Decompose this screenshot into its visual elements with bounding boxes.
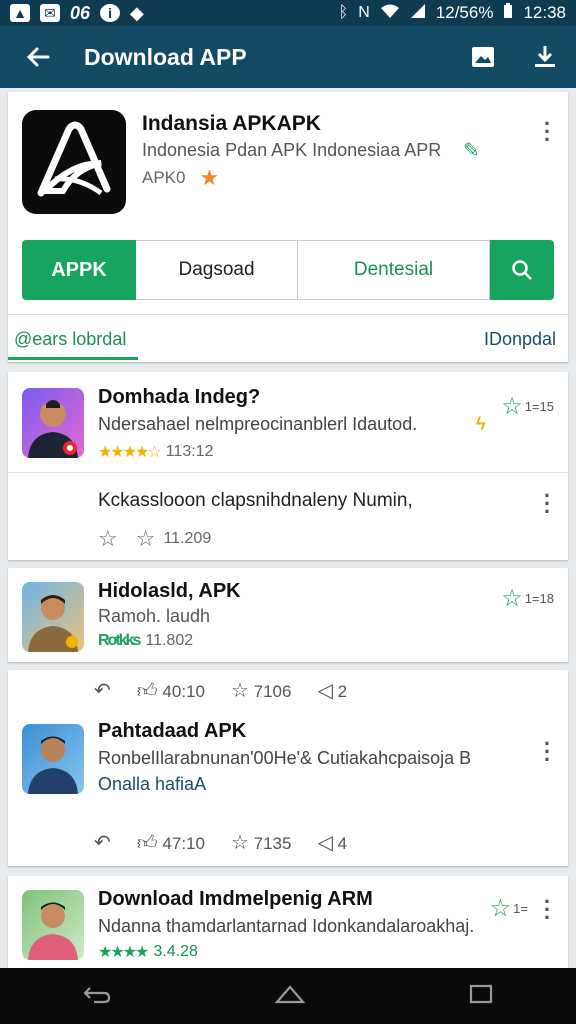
info-icon: i: [100, 4, 121, 22]
item-subtitle: RonbelIlarabnunan'00He'& Cutiakahcpaisoj…: [98, 748, 472, 768]
bolt-icon: ϟ: [476, 414, 486, 434]
action-row-bottom: ↶ 👍︎ 47:10 ☆ 7135 ◁ 4: [94, 830, 347, 855]
list-card-4: Download Imdmelpenig ARM Ndanna thamdarl…: [8, 876, 568, 968]
avatar[interactable]: [22, 890, 84, 960]
avatar[interactable]: [22, 582, 84, 652]
download-button[interactable]: Dagsoad: [136, 240, 298, 300]
star-outline-icon[interactable]: ☆: [98, 526, 118, 552]
reply-icon[interactable]: ↶: [94, 678, 111, 703]
share-button[interactable]: ◁ 4: [317, 830, 347, 855]
side-rating: ☆ 1=18: [501, 584, 554, 613]
side-label: 1=15: [524, 399, 554, 414]
edit-icon[interactable]: ✎: [463, 138, 480, 163]
back-arrow-icon[interactable]: [18, 44, 58, 70]
more-options-icon[interactable]: · · ·: [542, 891, 552, 929]
tab-bar: @ears lobrdal IDonpdal: [8, 314, 568, 360]
item-subtitle: Ndanna thamdarlantarnad Idonkandalaroakh…: [98, 916, 475, 936]
item-title[interactable]: Domhada Indeg?: [98, 386, 260, 409]
star-count-button[interactable]: ☆ 7135: [231, 830, 292, 855]
share-button[interactable]: ◁ 2: [317, 678, 347, 703]
divider: [8, 472, 568, 473]
status-bar: ▲ ✉ 06 i ◆ ᛒ N 12/56% 12:38: [0, 0, 576, 26]
search-icon: [512, 260, 532, 280]
side-rating: ☆ 1=15: [501, 392, 554, 421]
item-rating: Rotkks 11.802: [98, 632, 193, 650]
clock: 12:38: [523, 3, 566, 22]
star-count-button[interactable]: ☆ 7106: [231, 678, 292, 703]
back-nav-icon[interactable]: [82, 984, 112, 1009]
more-options-icon[interactable]: · · ·: [542, 485, 552, 523]
side-label: 1=: [513, 901, 528, 916]
battery-percent: 12/56%: [435, 3, 494, 22]
apk-button[interactable]: APPK: [22, 240, 136, 300]
star-outline-icon: ☆: [501, 393, 523, 420]
like-button[interactable]: 👍︎ 40:10: [137, 679, 205, 703]
star-outline-icon: ☆: [489, 895, 512, 922]
search-button[interactable]: [490, 240, 554, 300]
mail-notification-icon: ✉: [40, 4, 60, 22]
rating-value: 113:12: [165, 443, 214, 460]
item-subtitle: Kckasslooon clapsnihdnaleny Numin,: [98, 490, 413, 511]
rating-value: 11.209: [163, 530, 212, 547]
download-icon[interactable]: [532, 44, 558, 70]
status-left-text: 06: [70, 2, 91, 23]
app-description: Indonesia Pdan APK Indonesiaa APR: [142, 140, 442, 160]
item-subtitle-secondary: Onalla hafiaA: [98, 774, 207, 794]
item-rating: ★★★★☆ 113:12: [98, 442, 213, 462]
home-nav-icon[interactable]: [274, 984, 306, 1009]
app-name: Indansia APKAPK: [142, 112, 321, 135]
image-notification-icon: ▲: [10, 4, 30, 22]
app-logo[interactable]: [22, 110, 126, 214]
item-title[interactable]: Pahtadaad APK: [98, 720, 246, 743]
item-title[interactable]: Download Imdmelpenig ARM: [98, 888, 373, 911]
item-subtitle: Ndersahael nelmpreocinanblerl Idautod.: [98, 414, 418, 434]
battery-icon: [503, 2, 513, 24]
more-options-icon[interactable]: · · ·: [542, 733, 552, 771]
app-rating: APK0 ★: [142, 165, 219, 191]
list-card-3: ↶ 👍︎ 40:10 ☆ 7106 ◁ 2 Pahtadaad APK Ronb…: [8, 670, 568, 866]
nfc-icon: N: [358, 4, 370, 21]
item-title[interactable]: Hidolasld, APK: [98, 580, 241, 603]
recents-nav-icon[interactable]: [468, 984, 494, 1009]
avatar[interactable]: [22, 724, 84, 794]
diamond-icon: ◆: [130, 2, 144, 23]
tab-left[interactable]: @ears lobrdal: [10, 329, 130, 350]
rating-stars: ★★★★☆: [98, 444, 162, 461]
like-button[interactable]: 👍︎ 47:10: [137, 831, 205, 855]
item-rating: ★★★★ 3.4.28: [98, 942, 198, 962]
avatar[interactable]: [22, 388, 84, 458]
side-label: 1=18: [524, 591, 554, 606]
image-icon[interactable]: [470, 44, 496, 70]
more-options-icon[interactable]: · · ·: [542, 113, 552, 151]
action-buttons: APPK Dagsoad Dentesial: [22, 240, 554, 300]
star-outline-icon[interactable]: ☆: [136, 526, 156, 552]
wifi-icon: [380, 3, 400, 24]
signal-icon: [410, 3, 426, 24]
item-rating: ☆ ☆ 11.209: [98, 526, 211, 552]
system-nav-bar: [0, 968, 576, 1024]
reply-icon[interactable]: ↶: [94, 830, 111, 855]
app-bar: Download APP: [0, 26, 576, 88]
page-title: Download APP: [84, 43, 247, 70]
rating-value: 11.802: [145, 632, 194, 649]
star-outline-icon: ☆: [501, 585, 523, 612]
rating-prefix: Rotkks: [98, 632, 141, 649]
list-card-2: Hidolasld, APK Ramoh. laudh Rotkks 11.80…: [8, 568, 568, 662]
tab-right[interactable]: IDonpdal: [484, 329, 556, 350]
side-rating: ☆ 1=: [490, 894, 528, 923]
action-row-top: ↶ 👍︎ 40:10 ☆ 7106 ◁ 2: [94, 678, 347, 703]
active-tab-indicator: [8, 357, 138, 360]
list-card-1: Domhada Indeg? Ndersahael nelmpreocinanb…: [8, 372, 568, 560]
item-subtitle: Ramoh. laudh: [98, 606, 211, 626]
app-header-card: Indansia APKAPK Indonesia Pdan APK Indon…: [8, 92, 568, 362]
dentesial-button[interactable]: Dentesial: [298, 240, 490, 300]
rating-label: APK0: [142, 168, 186, 187]
star-icon: ★: [199, 165, 220, 190]
rating-stars: ★★★★: [98, 944, 149, 961]
bluetooth-icon: ᛒ: [338, 4, 349, 21]
rating-value: 3.4.28: [153, 943, 198, 960]
